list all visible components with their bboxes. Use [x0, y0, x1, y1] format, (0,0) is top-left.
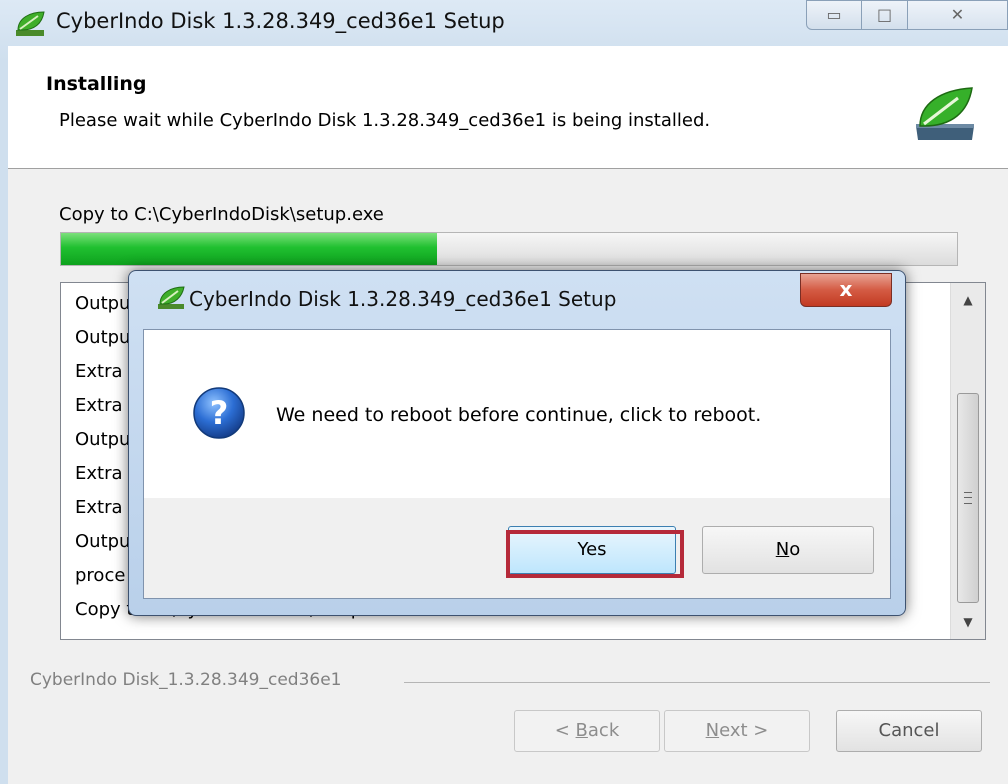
back-button[interactable]: < Back	[514, 710, 660, 752]
setup-window: CyberIndo Disk 1.3.28.349_ced36e1 Setup …	[0, 0, 1008, 784]
leaf-disk-icon	[916, 87, 974, 140]
minimize-icon: ▭	[826, 5, 842, 24]
scroll-thumb[interactable]	[957, 393, 979, 603]
question-icon: ?	[193, 387, 245, 439]
window-title: CyberIndo Disk 1.3.28.349_ced36e1 Setup	[56, 9, 505, 33]
log-line: Extra	[75, 361, 123, 382]
progress-status: Copy to C:\CyberIndoDisk\setup.exe	[59, 204, 384, 225]
dialog-message-area: ? We need to reboot before continue, cli…	[144, 330, 890, 498]
dialog-title: CyberIndo Disk 1.3.28.349_ced36e1 Setup	[189, 287, 617, 311]
scroll-up-icon[interactable]: ▲	[951, 283, 985, 317]
log-scrollbar[interactable]: ▲ ▼	[950, 283, 985, 639]
dialog-close-button[interactable]: x	[800, 273, 892, 307]
yes-highlight-annotation	[506, 530, 684, 578]
no-accel: N	[775, 539, 790, 560]
no-label: o	[789, 539, 801, 560]
leaf-icon	[158, 286, 185, 309]
leaf-icon	[16, 11, 45, 36]
close-button[interactable]: ✕	[908, 0, 1008, 30]
log-line: Extra	[75, 463, 123, 484]
progress-bar	[60, 232, 958, 266]
maximize-icon: □	[876, 5, 893, 24]
log-line: proce	[75, 565, 126, 586]
back-label: ack	[587, 720, 620, 741]
title-bar: CyberIndo Disk 1.3.28.349_ced36e1 Setup …	[0, 0, 1008, 46]
progress-fill	[61, 233, 438, 265]
close-icon: ✕	[950, 5, 965, 24]
branding-text: CyberIndo Disk_1.3.28.349_ced36e1	[30, 670, 342, 690]
back-accel: B	[575, 720, 588, 741]
log-line: Outpu	[75, 531, 131, 552]
log-line: Outpu	[75, 429, 131, 450]
back-prefix: <	[554, 720, 576, 741]
next-label: ext >	[719, 720, 769, 741]
log-line: Extra	[75, 395, 123, 416]
minimize-button[interactable]: ▭	[806, 0, 862, 30]
dialog-message: We need to reboot before continue, click…	[276, 404, 762, 426]
page-title: Installing	[46, 73, 147, 95]
log-line: Extra	[75, 497, 123, 518]
maximize-button[interactable]: □	[862, 0, 908, 30]
next-accel: N	[705, 720, 720, 741]
scroll-down-icon[interactable]: ▼	[951, 605, 985, 639]
next-button[interactable]: Next >	[664, 710, 810, 752]
no-button[interactable]: No	[702, 526, 874, 574]
page-subtitle: Please wait while CyberIndo Disk 1.3.28.…	[59, 110, 711, 131]
cancel-button[interactable]: Cancel	[836, 710, 982, 752]
log-line: Outpu	[75, 327, 131, 348]
header-panel: Installing Please wait while CyberIndo D…	[8, 46, 1008, 169]
svg-text:?: ?	[210, 394, 229, 432]
footer-divider	[404, 682, 990, 683]
grip-icon	[964, 492, 972, 504]
log-line: Outpu	[75, 293, 131, 314]
